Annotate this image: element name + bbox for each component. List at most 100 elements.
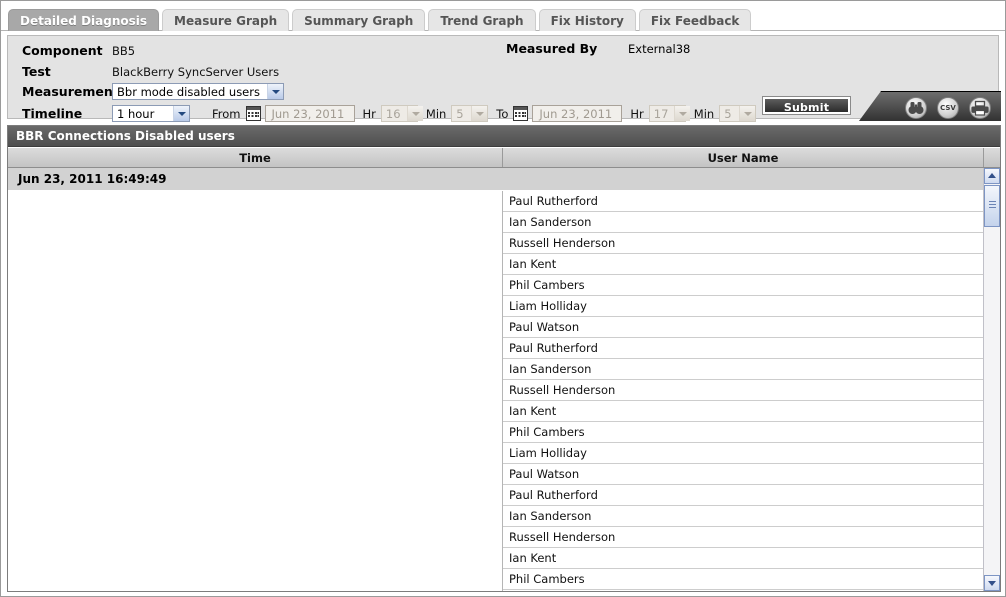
to-min-value: 5 — [724, 106, 732, 121]
table-row: Russell Henderson — [8, 527, 983, 548]
cell-user-name: Paul Rutherford — [503, 191, 983, 212]
detailed-diagnosis-page: Detailed Diagnosis Measure Graph Summary… — [0, 0, 1006, 597]
tab-label: Measure Graph — [174, 14, 278, 28]
csv-icon-label: CSV — [940, 104, 956, 112]
cell-time — [8, 590, 503, 591]
table-body: Jun 23, 2011 16:49:49 Paul Rutherford Ian… — [8, 168, 983, 591]
from-hr-value: 16 — [385, 106, 401, 121]
to-hr-select[interactable]: 17 — [648, 105, 691, 122]
scroll-up-button[interactable] — [984, 168, 1000, 184]
chevron-down-icon — [739, 106, 756, 121]
cell-time — [8, 422, 503, 443]
chevron-down-icon — [471, 106, 488, 121]
table-row: Ian Sanderson — [8, 506, 983, 527]
diagnosis-form: Component BB5 Test BlackBerry SyncServer… — [7, 35, 999, 122]
to-hr-label: Hr — [630, 106, 644, 121]
cell-user-name: Liam Holliday — [503, 296, 983, 317]
scrollbar-thumb[interactable] — [984, 185, 1000, 227]
calendar-icon[interactable] — [513, 106, 529, 121]
csv-icon[interactable]: CSV — [937, 97, 959, 119]
component-value: BB5 — [112, 43, 136, 58]
from-min-select[interactable]: 5 — [451, 105, 489, 122]
cell-user-name: Ian Sanderson — [503, 506, 983, 527]
cell-time — [8, 464, 503, 485]
cell-time — [8, 527, 503, 548]
cell-user-name: Russell Henderson — [503, 380, 983, 401]
cell-user-name: Phil Cambers — [503, 275, 983, 296]
table-row: Paul Rutherford — [8, 485, 983, 506]
user-rows-container: Paul Rutherford Ian Sanderson Russell Hend… — [8, 191, 983, 591]
header-scroll-spacer — [983, 148, 1000, 167]
tab-fix-history[interactable]: Fix History — [538, 9, 636, 31]
table-row: Liam Holliday — [8, 443, 983, 464]
to-date-input[interactable]: Jun 23, 2011 — [532, 105, 623, 122]
timeline-select[interactable]: 1 hour — [112, 105, 190, 122]
cell-time — [8, 380, 503, 401]
test-value: BlackBerry SyncServer Users — [112, 64, 280, 79]
calendar-icon[interactable] — [245, 106, 261, 121]
from-date-input[interactable]: Jun 23, 2011 — [264, 105, 355, 122]
cell-time — [8, 443, 503, 464]
tab-summary-graph[interactable]: Summary Graph — [292, 9, 426, 31]
cell-time — [8, 212, 503, 233]
cell-user-name: Phil Cambers — [503, 422, 983, 443]
tab-label: Summary Graph — [304, 14, 414, 28]
timestamp-group-row: Jun 23, 2011 16:49:49 — [8, 168, 983, 191]
cell-user-name: Russell Henderson — [503, 233, 983, 254]
tab-strip: Detailed Diagnosis Measure Graph Summary… — [1, 1, 1005, 31]
cell-user-name: Ian Kent — [503, 548, 983, 569]
table-row: Phil Cambers — [8, 569, 983, 590]
results-panel: BBR Connections Disabled users Time User… — [7, 125, 1001, 592]
from-min-value: 5 — [456, 106, 464, 121]
from-hr-select[interactable]: 16 — [380, 105, 423, 122]
table-row: Paul Rutherford — [8, 191, 983, 212]
from-min-label: Min — [425, 106, 447, 121]
table-row: Ian Kent — [8, 254, 983, 275]
chevron-down-icon — [267, 84, 283, 99]
measured-by-label: Measured By — [506, 41, 598, 56]
column-header-user-name[interactable]: User Name — [503, 148, 983, 167]
cell-user-name: Ian Kent — [503, 254, 983, 275]
timeline-select-value: 1 hour — [117, 106, 155, 121]
vertical-scrollbar[interactable] — [983, 168, 1000, 591]
timeline-label: Timeline — [22, 106, 83, 121]
measurement-label: Measurement — [22, 84, 119, 99]
tool-icon-bar: CSV — [859, 91, 1001, 121]
to-min-select[interactable]: 5 — [719, 105, 757, 122]
cell-user-name: Paul Rutherford — [503, 485, 983, 506]
tab-trend-graph[interactable]: Trend Graph — [428, 9, 536, 31]
chevron-down-icon — [173, 106, 189, 121]
table-row: Ian Sanderson — [8, 212, 983, 233]
cell-user-name: Ian Sanderson — [503, 212, 983, 233]
binoculars-icon[interactable] — [905, 97, 927, 119]
cell-time — [8, 506, 503, 527]
cell-time — [8, 401, 503, 422]
cell-user-name: Ian Sanderson — [503, 359, 983, 380]
table-row: Paul Rutherford — [8, 338, 983, 359]
printer-icon[interactable] — [969, 97, 991, 119]
tab-fix-feedback[interactable]: Fix Feedback — [638, 9, 752, 31]
cell-user-name: Ian Kent — [503, 401, 983, 422]
cell-time — [8, 317, 503, 338]
results-table: Time User Name Jun 23, 2011 16:49:49 Pau… — [8, 148, 1000, 591]
scrollbar-grip — [989, 201, 996, 210]
table-header-row: Time User Name — [8, 148, 1000, 168]
column-header-time[interactable]: Time — [8, 148, 503, 167]
cell-time — [8, 254, 503, 275]
measured-by-value: External38 — [628, 42, 691, 56]
cell-time — [8, 548, 503, 569]
table-row: Ian Sanderson — [8, 359, 983, 380]
submit-button[interactable]: Submit — [762, 96, 851, 115]
measurement-select[interactable]: Bbr mode disabled users — [112, 83, 284, 100]
tab-label: Fix Feedback — [650, 14, 740, 28]
cell-user-name: Phil Cambers — [503, 569, 983, 590]
cell-user-name: Paul Watson — [503, 317, 983, 338]
tab-label: Fix History — [550, 14, 624, 28]
scroll-down-button[interactable] — [984, 575, 1000, 591]
tab-label: Trend Graph — [440, 14, 524, 28]
tab-detailed-diagnosis[interactable]: Detailed Diagnosis — [8, 9, 160, 31]
table-row: Paul Watson — [8, 464, 983, 485]
to-hr-value: 17 — [653, 106, 669, 121]
tab-measure-graph[interactable]: Measure Graph — [162, 9, 290, 31]
cell-user-name: Liam Holliday — [503, 590, 983, 591]
